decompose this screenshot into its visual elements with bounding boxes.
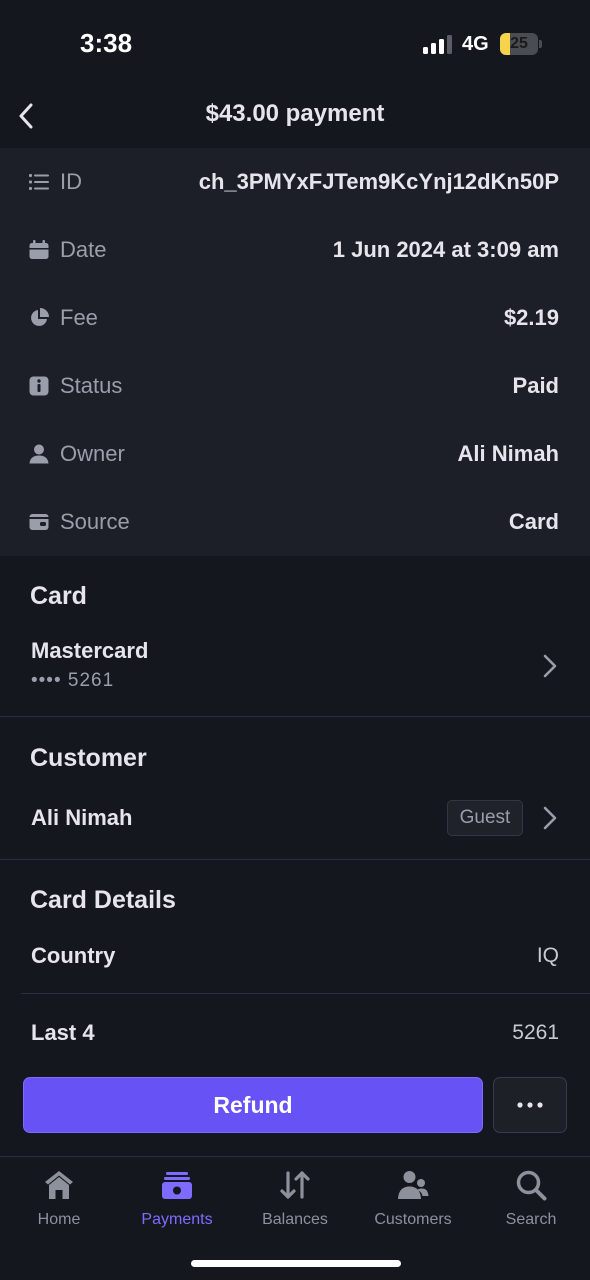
tab-payments[interactable]: Payments [118, 1157, 236, 1247]
status-time: 3:38 [80, 28, 133, 58]
balances-icon [280, 1171, 310, 1199]
info-row-id[interactable]: ID ch_3PMYxFJTem9KcYnj12dKn50P [0, 148, 590, 216]
divider [0, 716, 590, 717]
battery-icon: 25 [500, 33, 538, 55]
more-options-button[interactable] [493, 1077, 567, 1133]
divider [21, 993, 590, 994]
tab-customers[interactable]: Customers [354, 1157, 472, 1247]
info-value-id: ch_3PMYxFJTem9KcYnj12dKn50P [198, 169, 559, 194]
more-icon [517, 1102, 543, 1108]
network-type: 4G [462, 33, 489, 55]
divider [0, 859, 590, 860]
person-icon [29, 444, 49, 464]
tab-label-search: Search [505, 1211, 557, 1228]
page-title: $43.00 payment [205, 100, 385, 127]
chevron-right-icon [543, 654, 557, 678]
info-row-source: Source Card [0, 488, 590, 556]
info-value-status: Paid [512, 373, 559, 398]
search-icon [516, 1170, 547, 1201]
card-brand: Mastercard [31, 638, 149, 663]
pie-chart-icon [29, 308, 49, 328]
chevron-right-icon [543, 806, 557, 830]
info-row-fee: Fee $2.19 [0, 284, 590, 352]
wallet-icon [29, 512, 49, 532]
status-bar: 3:38 4G 25 [0, 0, 590, 80]
customers-icon [398, 1171, 429, 1199]
tab-balances[interactable]: Balances [236, 1157, 354, 1247]
battery-level: 25 [510, 35, 528, 52]
detail-label-last4: Last 4 [31, 1020, 95, 1045]
info-value-source: Card [508, 509, 559, 534]
info-row-owner[interactable]: Owner Ali Nimah [0, 420, 590, 488]
tab-search[interactable]: Search [472, 1157, 590, 1247]
info-icon [29, 376, 49, 396]
info-value-date: 1 Jun 2024 at 3:09 am [332, 237, 559, 262]
tab-label-payments: Payments [141, 1211, 213, 1228]
info-label-owner: Owner [60, 441, 125, 466]
payment-info-panel: ID ch_3PMYxFJTem9KcYnj12dKn50P Date 1 Ju… [0, 148, 590, 556]
detail-value-country: IQ [536, 944, 559, 967]
customer-name: Ali Nimah [31, 805, 133, 830]
tab-label-home: Home [37, 1211, 81, 1228]
payments-icon [162, 1172, 192, 1199]
info-row-status: Status Paid [0, 352, 590, 420]
card-masked-number: •••• 5261 [31, 670, 115, 691]
card-section-title: Card [30, 582, 87, 610]
info-value-owner: Ali Nimah [457, 441, 559, 466]
calendar-icon [29, 240, 49, 260]
home-indicator [191, 1260, 401, 1267]
tab-label-customers: Customers [374, 1211, 452, 1228]
detail-label-country: Country [31, 943, 116, 968]
info-label-status: Status [60, 373, 123, 398]
list-icon [29, 172, 49, 192]
card-details-section-title: Card Details [30, 886, 176, 914]
guest-badge: Guest [447, 800, 523, 836]
tab-home[interactable]: Home [0, 1157, 118, 1247]
info-value-fee: $2.19 [503, 305, 559, 330]
detail-value-last4: 5261 [512, 1021, 559, 1044]
info-label-id: ID [60, 169, 82, 194]
card-row[interactable]: Mastercard •••• 5261 [0, 630, 590, 708]
home-icon [45, 1171, 73, 1199]
battery-cap [539, 40, 542, 48]
info-label-source: Source [60, 509, 130, 534]
nav-header: $43.00 payment [0, 80, 590, 148]
info-label-date: Date [60, 237, 107, 262]
info-row-date: Date 1 Jun 2024 at 3:09 am [0, 216, 590, 284]
customer-section-title: Customer [30, 744, 147, 772]
tab-label-balances: Balances [262, 1211, 328, 1228]
signal-strength-icon [423, 34, 453, 54]
info-label-fee: Fee [60, 305, 98, 330]
refund-button[interactable]: Refund [23, 1077, 483, 1133]
